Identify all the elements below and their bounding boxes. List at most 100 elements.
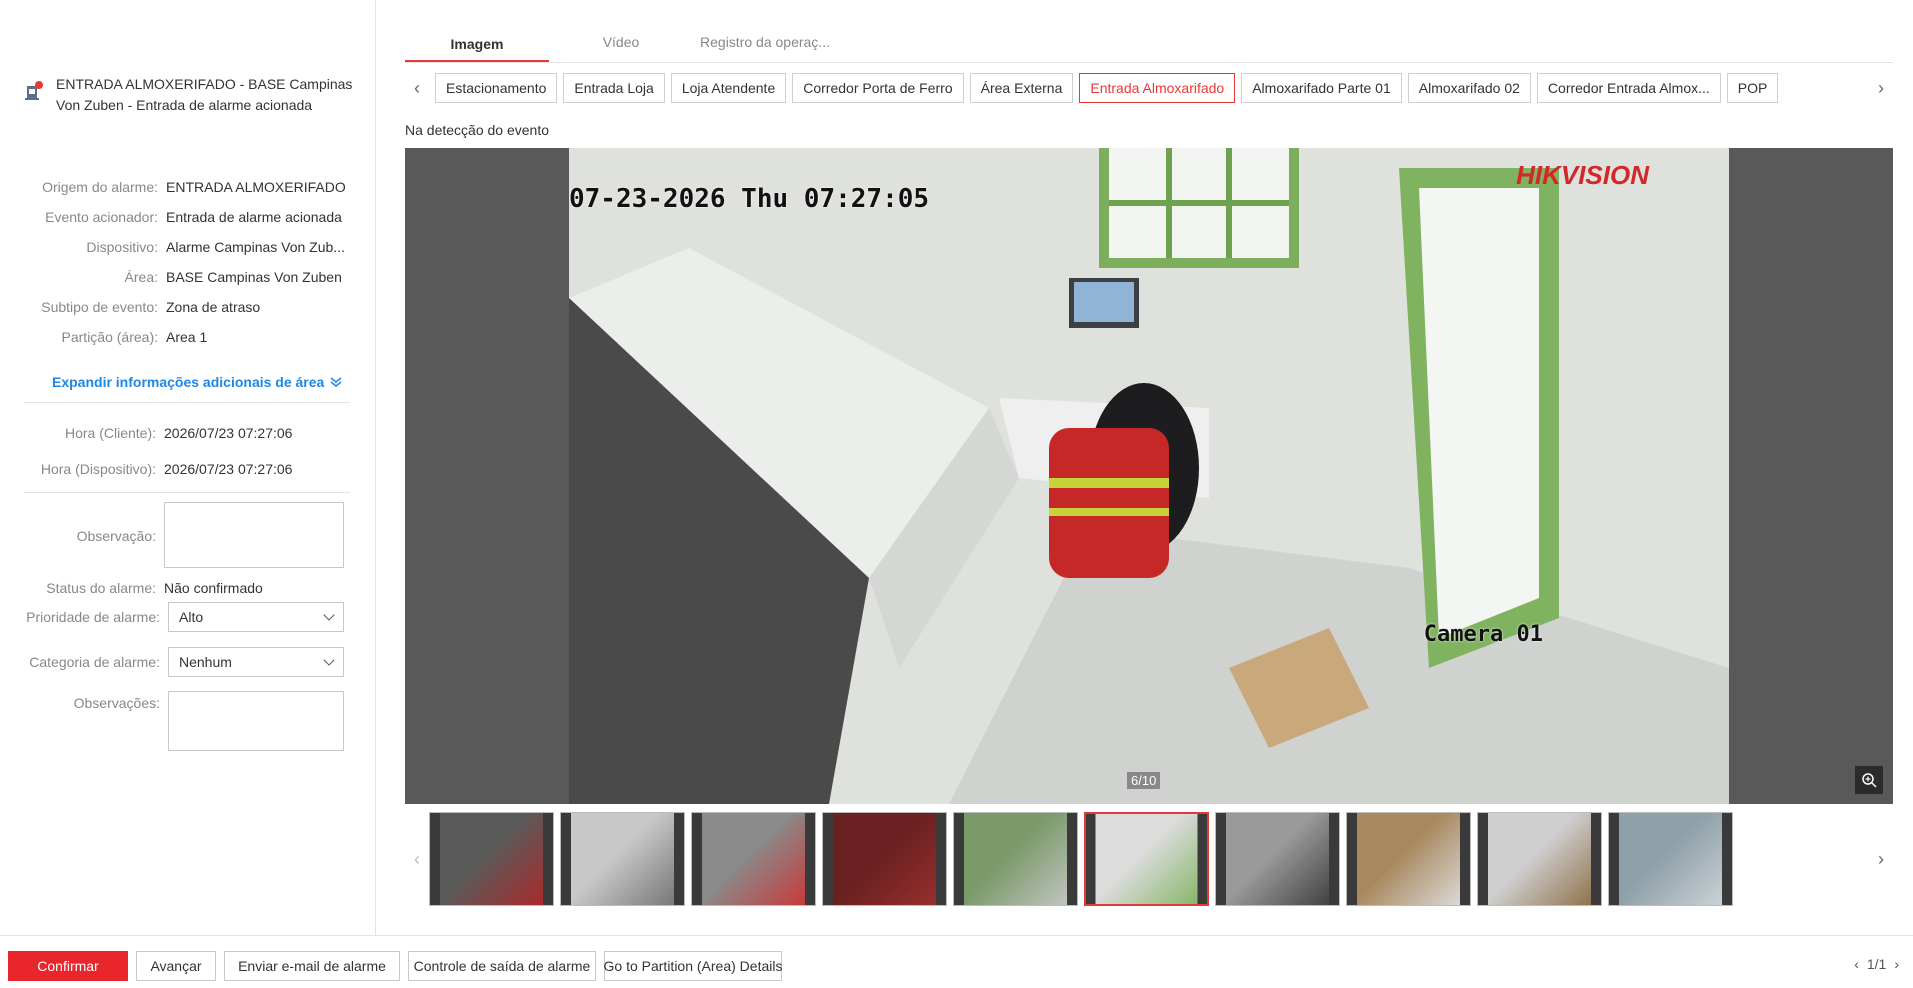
observacao-textarea[interactable]: [164, 502, 344, 568]
image-viewer[interactable]: 07-23-2026 Thu 07:27:05 HIKVISION Camera…: [405, 148, 1893, 804]
status-value: Não confirmado: [164, 580, 263, 596]
page-indicator: 1/1: [1866, 956, 1887, 972]
zoom-in-icon[interactable]: [1855, 766, 1883, 794]
info-label: Subtipo de evento:: [41, 299, 158, 315]
next-button[interactable]: Avançar: [136, 951, 216, 981]
alarm-title: ENTRADA ALMOXERIFADO - BASE Campinas Von…: [56, 76, 353, 113]
time-info-list: Hora (Cliente): 2026/07/23 07:27:06 Hora (…: [0, 415, 376, 487]
thumbnail[interactable]: [560, 812, 685, 906]
camera-tab-list: Estacionamento Entrada Loja Loja Atendente…: [435, 73, 1779, 103]
camera-tab[interactable]: Estacionamento: [435, 73, 558, 103]
prev-thumb-arrow-icon[interactable]: ‹: [405, 844, 429, 874]
prioridade-selected: Alto: [179, 609, 204, 625]
chevron-down-icon: [323, 654, 335, 666]
double-chevron-down-icon: [330, 377, 342, 387]
camera-tab[interactable]: Loja Atendente: [670, 73, 787, 103]
info-row: Dispositivo: Alarme Campinas Von Zub...: [0, 232, 376, 262]
thumbnail[interactable]: [1477, 812, 1602, 906]
osd-timestamp: 07-23-2026 Thu 07:27:05: [569, 184, 930, 214]
time-label: Hora (Dispositivo):: [40, 461, 156, 477]
expand-area-info-link[interactable]: Expandir informações adicionais de área: [52, 374, 342, 390]
event-capture-label: Na detecção do evento: [405, 122, 549, 138]
prev-page-icon[interactable]: ‹: [1854, 956, 1859, 972]
alarm-header: ENTRADA ALMOXERIFADO - BASE Campinas Von…: [24, 74, 364, 116]
thumbnail-list: [429, 812, 1733, 906]
partition-details-button[interactable]: Go to Partition (Area) Details: [604, 951, 782, 981]
image-counter: 6/10: [1127, 772, 1161, 789]
observacoes-textarea[interactable]: [168, 691, 344, 751]
tab-imagem[interactable]: Imagem: [405, 28, 549, 62]
confirm-button[interactable]: Confirmar: [8, 951, 128, 981]
time-row: Hora (Dispositivo): 2026/07/23 07:27:06: [0, 451, 376, 487]
alarm-output-control-button[interactable]: Controle de saída de alarme: [408, 951, 596, 981]
info-label: Origem do alarme:: [42, 179, 158, 195]
time-value: 2026/07/23 07:27:06: [164, 461, 293, 477]
expand-label: Expandir informações adicionais de área: [52, 374, 325, 390]
camera-tab[interactable]: Entrada Almoxarifado: [1079, 73, 1236, 103]
info-value: Area 1: [166, 329, 208, 345]
divider: [24, 402, 350, 403]
info-label: Dispositivo:: [86, 239, 158, 255]
chevron-down-icon: [323, 609, 335, 621]
osd-brand-logo: HIKVISION: [1516, 160, 1649, 190]
categoria-label: Categoria de alarme:: [29, 654, 160, 670]
thumbnail[interactable]: [1215, 812, 1340, 906]
info-value: Alarme Campinas Von Zub...: [166, 239, 345, 255]
osd-camera-name: Camera 01: [1423, 622, 1543, 647]
info-row: Partição (área): Area 1: [0, 322, 376, 352]
prioridade-label: Prioridade de alarme:: [26, 609, 160, 625]
time-row: Hora (Cliente): 2026/07/23 07:27:06: [0, 415, 376, 451]
camera-tab[interactable]: POP: [1726, 73, 1779, 103]
categoria-selected: Nenhum: [179, 654, 232, 670]
thumbnail[interactable]: [429, 812, 554, 906]
next-page-icon[interactable]: ›: [1894, 956, 1899, 972]
alarm-info-list: Origem do alarme: ENTRADA ALMOXERIFADO Eve…: [0, 172, 376, 352]
alarm-details-panel: ENTRADA ALMOXERIFADO - BASE Campinas Von…: [0, 0, 376, 935]
info-row: Área: BASE Campinas Von Zuben: [0, 262, 376, 292]
info-value: Entrada de alarme acionada: [166, 209, 342, 225]
pager: ‹ 1/1 ›: [1854, 956, 1899, 972]
media-tabs: Imagem Vídeo Registro da operaç...: [405, 28, 1893, 63]
camera-tabs-bar: ‹ Estacionamento Entrada Loja Loja Atenden…: [405, 72, 1893, 104]
tab-registro[interactable]: Registro da operaç...: [693, 28, 837, 62]
info-value: ENTRADA ALMOXERIFADO: [166, 179, 346, 195]
alarm-handling-form: Observação: Status do alarme: Não confir…: [0, 500, 376, 751]
camera-tab[interactable]: Corredor Entrada Almox...: [1536, 73, 1721, 103]
camera-tab[interactable]: Almoxarifado Parte 01: [1241, 73, 1402, 103]
camera-tab[interactable]: Corredor Porta de Ferro: [792, 73, 964, 103]
divider: [24, 492, 350, 493]
info-label: Evento acionador:: [45, 209, 158, 225]
thumbnail[interactable]: [1608, 812, 1733, 906]
info-label: Área:: [124, 269, 158, 285]
info-row: Evento acionador: Entrada de alarme acion…: [0, 202, 376, 232]
alarm-device-icon: [24, 80, 46, 102]
tab-video[interactable]: Vídeo: [549, 28, 693, 62]
camera-tab[interactable]: Área Externa: [969, 73, 1074, 103]
next-camera-arrow-icon[interactable]: ›: [1869, 73, 1893, 103]
send-email-button[interactable]: Enviar e-mail de alarme: [224, 951, 400, 981]
media-panel: Imagem Vídeo Registro da operaç... ‹ Estac…: [405, 0, 1895, 935]
camera-tab[interactable]: Entrada Loja: [563, 73, 665, 103]
thumbnail[interactable]: [1346, 812, 1471, 906]
observacao-label: Observação:: [76, 528, 156, 544]
time-label: Hora (Cliente):: [64, 425, 156, 441]
observacoes-label: Observações:: [73, 695, 160, 711]
info-value: Zona de atraso: [166, 299, 261, 315]
snapshot-scene: [569, 148, 1729, 804]
info-row: Origem do alarme: ENTRADA ALMOXERIFADO: [0, 172, 376, 202]
footer-bar: Confirmar Avançar Enviar e-mail de alarm…: [0, 935, 1913, 988]
prioridade-select[interactable]: Alto: [168, 602, 344, 632]
thumbnail[interactable]: [691, 812, 816, 906]
info-label: Partição (área):: [61, 329, 158, 345]
camera-snapshot: 07-23-2026 Thu 07:27:05 HIKVISION Camera…: [569, 148, 1729, 804]
thumbnail[interactable]: [953, 812, 1078, 906]
camera-tab[interactable]: Almoxarifado 02: [1407, 73, 1531, 103]
thumbnail[interactable]: [1084, 812, 1209, 906]
categoria-select[interactable]: Nenhum: [168, 647, 344, 677]
thumbnail[interactable]: [822, 812, 947, 906]
time-value: 2026/07/23 07:27:06: [164, 425, 293, 441]
thumbnail-strip: ‹ ›: [405, 812, 1893, 906]
prev-camera-arrow-icon[interactable]: ‹: [405, 73, 429, 103]
info-row: Subtipo de evento: Zona de atraso: [0, 292, 376, 322]
next-thumb-arrow-icon[interactable]: ›: [1869, 844, 1893, 874]
